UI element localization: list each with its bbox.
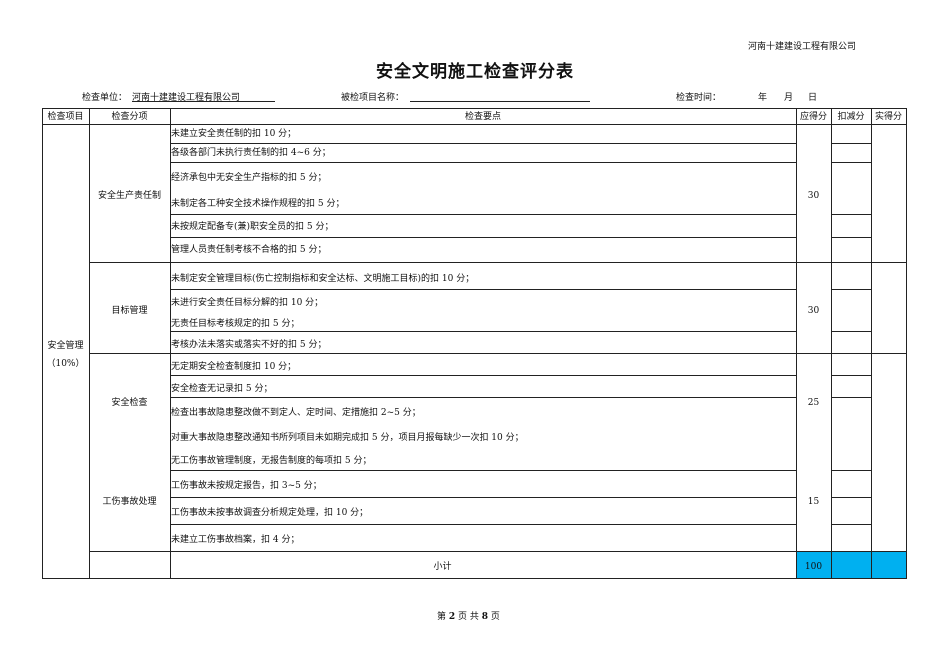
check-point-item: 工伤事故未按规定报告，扣 3~5 分； <box>171 481 322 491</box>
check-point-item: 未建立安全责任制的扣 10 分； <box>171 129 297 139</box>
check-point-item: 考核办法未落实或落实不好的扣 5 分； <box>171 340 327 350</box>
grid-line <box>170 497 797 498</box>
grid-line <box>42 124 907 125</box>
grid-line <box>871 108 872 578</box>
company-header: 河南十建建设工程有限公司 <box>748 42 857 52</box>
subtotal-score: 100 <box>804 562 823 572</box>
category-weight: （10%） <box>46 359 85 369</box>
header-points: 检查要点 <box>464 112 501 122</box>
unit-value: 河南十建建设工程有限公司 <box>132 93 241 103</box>
grid-line <box>170 524 797 525</box>
due-score: 15 <box>807 497 820 507</box>
grid-line <box>831 289 872 290</box>
unit-underline <box>132 101 275 102</box>
header-deduction: 扣减分 <box>837 112 865 122</box>
check-point-item: 未制定安全管理目标(伤亡控制指标和安全达标、文明施工目标)的扣 10 分； <box>171 274 475 284</box>
check-point-item: 各级各部门未执行责任制的扣 4~6 分； <box>171 148 331 158</box>
grid-line <box>831 470 872 471</box>
grid-line <box>89 262 907 263</box>
grid-line <box>831 497 872 498</box>
grid-line <box>831 214 872 215</box>
header-due-score: 应得分 <box>799 112 827 122</box>
time-label: 检查时间： <box>676 93 722 103</box>
grid-line <box>42 578 907 579</box>
subitem-name: 目标管理 <box>111 306 148 316</box>
check-point-item: 工伤事故未按事故调查分析规定处理，扣 10 分； <box>171 508 369 518</box>
project-label: 被检项目名称： <box>341 93 405 103</box>
footer-total-pages: 8 <box>481 612 489 622</box>
check-point-item: 经济承包中无安全生产指标的扣 5 分； <box>171 173 327 183</box>
grid-line <box>170 162 797 163</box>
check-point-item: 管理人员责任制考核不合格的扣 5 分； <box>171 245 327 255</box>
day-label: 日 <box>808 93 818 103</box>
page-title: 安全文明施工检查评分表 <box>376 62 574 82</box>
grid-line <box>170 237 797 238</box>
header-subitem: 检查分项 <box>111 112 148 122</box>
grid-line <box>170 375 797 376</box>
grid-line <box>831 237 872 238</box>
grid-line <box>831 108 832 578</box>
footer-prefix: 第 <box>437 612 447 622</box>
footer-suffix: 页 <box>490 612 500 622</box>
subitem-name: 安全检查 <box>111 398 148 408</box>
footer-page-number: 2 <box>448 612 456 622</box>
grid-line <box>89 353 907 354</box>
check-point-item: 未进行安全责任目标分解的扣 10 分； <box>171 298 324 308</box>
header-actual: 实得分 <box>874 112 902 122</box>
grid-line <box>89 551 907 552</box>
check-point-item: 对重大事故隐患整改通知书所列项目未如期完成扣 5 分，项目月报每缺少一次扣 10… <box>171 433 524 443</box>
check-point-item: 未按规定配备专(兼)职安全员的扣 5 分； <box>171 222 334 232</box>
due-score: 30 <box>807 191 820 201</box>
footer-mid: 页 共 <box>458 612 479 622</box>
grid-line <box>831 397 872 398</box>
grid-line <box>170 143 797 144</box>
subitem-name: 工伤事故处理 <box>102 497 157 507</box>
header-item: 检查项目 <box>47 112 84 122</box>
unit-label: 检查单位： <box>82 93 128 103</box>
check-point-item: 安全检查无记录扣 5 分； <box>171 384 273 394</box>
grid-line <box>170 289 797 290</box>
grid-line <box>170 214 797 215</box>
subitem-name: 安全生产责任制 <box>97 191 161 201</box>
check-point-item: 未制定各工种安全技术操作规程的扣 5 分； <box>171 199 345 209</box>
grid-line <box>170 331 797 332</box>
grid-line <box>170 470 797 471</box>
project-field[interactable] <box>410 101 590 102</box>
subtotal-label: 小计 <box>433 562 452 572</box>
grid-line <box>831 524 872 525</box>
due-score: 30 <box>807 306 820 316</box>
grid-line <box>831 331 872 332</box>
check-point-item: 无工伤事故管理制度，无报告制度的每项扣 5 分； <box>171 456 372 466</box>
check-point-item: 检查出事故隐患整改做不到定人、定时间、定措施扣 2~5 分； <box>171 408 421 418</box>
grid-line <box>831 143 872 144</box>
month-label: 月 <box>784 93 794 103</box>
check-point-item: 无定期安全检查制度扣 10 分； <box>171 362 297 372</box>
page-footer: 第 2 页 共 8 页 <box>437 611 500 623</box>
category-name: 安全管理 <box>47 341 84 351</box>
check-point-item: 无责任目标考核规定的扣 5 分； <box>171 319 300 329</box>
grid-line <box>831 375 872 376</box>
grid-line <box>170 397 797 398</box>
grid-line <box>42 108 43 578</box>
score-sheet-page: 河南十建建设工程有限公司 安全文明施工检查评分表 检查单位： 河南十建建设工程有… <box>0 0 950 672</box>
check-point-item: 未建立工伤事故档案，扣 4 分； <box>171 535 300 545</box>
grid-line <box>831 162 872 163</box>
grid-line <box>906 108 907 578</box>
grid-line <box>42 108 907 109</box>
year-label: 年 <box>758 93 768 103</box>
due-score: 25 <box>807 398 820 408</box>
